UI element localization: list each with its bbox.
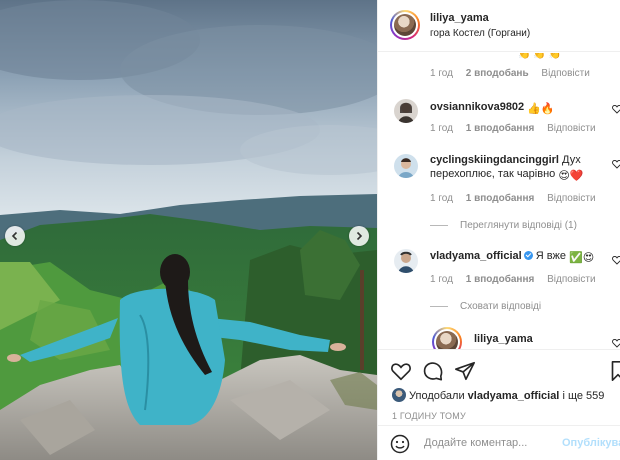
comment-username[interactable]: vladyama_official — [430, 250, 522, 262]
comment-username[interactable]: cyclingskiingdancinggirl — [430, 154, 559, 166]
comment-likes-count[interactable]: 1 вподобання — [466, 123, 535, 134]
comment-time: 1 год — [430, 68, 453, 79]
previous-photo-button[interactable] — [5, 226, 25, 246]
heart-icon[interactable] — [390, 360, 412, 382]
mountain-photo — [0, 0, 377, 460]
heart-icon[interactable] — [612, 338, 620, 348]
avatar[interactable] — [394, 249, 418, 273]
post-header: liliya_yama гора Костел (Горгани) — [378, 0, 620, 52]
comment-meta: 1 год 1 вподобання Відповісти — [430, 123, 606, 134]
liked-by-prefix: Уподобали — [409, 390, 465, 402]
next-photo-button[interactable] — [349, 226, 369, 246]
verified-icon — [523, 251, 533, 260]
comment-icon[interactable] — [422, 360, 444, 382]
comment-time: 1 год — [430, 193, 453, 204]
share-icon[interactable] — [454, 360, 476, 382]
heart-icon[interactable] — [612, 104, 620, 114]
comment-text: cyclingskiingdancinggirl Дух перехоплює,… — [430, 153, 605, 183]
chevron-left-icon — [11, 231, 18, 241]
comment-text: liliya_yama — [474, 332, 620, 346]
reply-button[interactable]: Відповісти — [547, 193, 595, 204]
comment-username[interactable]: ovsiannikova9802 — [430, 101, 524, 113]
comment-meta: 1 год 1 вподобання Відповісти — [430, 274, 606, 285]
chevron-right-icon — [356, 231, 363, 241]
post-photo[interactable] — [0, 0, 377, 460]
divider — [430, 305, 448, 307]
add-comment-bar: Додайте коментар... Опублікувати — [378, 425, 620, 460]
liked-by-user[interactable]: vladyama_official — [468, 390, 560, 402]
post-location[interactable]: гора Костел (Горгани) — [430, 28, 530, 39]
post-timestamp[interactable]: 1 ГОДИНУ ТОМУ — [392, 411, 466, 421]
comment-time: 1 год — [430, 123, 453, 134]
author-avatar[interactable] — [390, 10, 420, 40]
comment-emoji: ✅😍 — [569, 252, 595, 264]
comment-meta: 1 год 1 вподобання Відповісти — [430, 193, 606, 204]
comment-likes-count[interactable]: 1 вподобання — [466, 274, 535, 285]
post-details-panel: liliya_yama гора Костел (Горгани) 👏 👏 👏 … — [377, 0, 620, 460]
comment-input[interactable]: Додайте коментар... — [424, 437, 527, 449]
comment-likes-count[interactable]: 2 вподобань — [466, 68, 529, 79]
comment-likes-count[interactable]: 1 вподобання — [466, 193, 535, 204]
view-replies-label: Переглянути відповіді (1) — [460, 220, 577, 231]
heart-icon[interactable] — [612, 255, 620, 265]
hide-replies-button[interactable]: Сховати відповіді — [430, 301, 541, 312]
comment-body: 👍🔥 — [527, 103, 555, 115]
divider — [430, 224, 448, 226]
post-actions: Уподобали vladyama_official і ще 559 1 Г… — [378, 349, 620, 425]
view-replies-button[interactable]: Переглянути відповіді (1) — [430, 220, 577, 231]
comment-time: 1 год — [430, 274, 453, 285]
emoji-row: 👏 👏 👏 — [518, 53, 561, 60]
liked-by-suffix[interactable]: і ще 559 — [562, 390, 604, 402]
comment-text: vladyama_official Я вже ✅😍 — [430, 249, 605, 265]
author-username[interactable]: liliya_yama — [430, 12, 489, 24]
smile-icon[interactable] — [390, 434, 410, 454]
comment-text: ovsiannikova9802 👍🔥 — [430, 100, 605, 116]
reply-button[interactable]: Відповісти — [547, 274, 595, 285]
comment-emoji: 😍❤️ — [558, 170, 584, 182]
hide-replies-label: Сховати відповіді — [460, 301, 542, 312]
bookmark-icon[interactable] — [610, 360, 620, 382]
avatar[interactable] — [394, 99, 418, 123]
post-comment-button[interactable]: Опублікувати — [562, 437, 620, 449]
comments-list[interactable]: 👏 👏 👏 1 год 2 вподобань Відповісти ovsia… — [378, 53, 620, 349]
reply-button[interactable]: Відповісти — [541, 68, 589, 79]
heart-icon[interactable] — [612, 159, 620, 169]
avatar[interactable] — [394, 154, 418, 178]
comment-body: Я вже — [535, 250, 566, 262]
reply-button[interactable]: Відповісти — [547, 123, 595, 134]
comment-meta: 1 год 2 вподобань Відповісти — [430, 68, 600, 79]
avatar[interactable] — [432, 327, 462, 349]
liked-by-summary[interactable]: Уподобали vladyama_official і ще 559 — [392, 388, 604, 402]
comment-username[interactable]: liliya_yama — [474, 333, 533, 345]
avatar — [392, 388, 406, 402]
